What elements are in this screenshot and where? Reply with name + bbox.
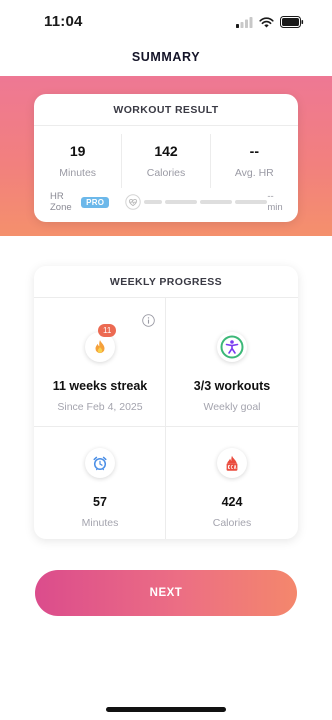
minutes-icon-wrap xyxy=(85,448,115,478)
streak-count-badge: 11 xyxy=(98,324,117,337)
hr-zone-label: HR Zone xyxy=(50,191,72,213)
stat-minutes: 19 Minutes xyxy=(34,134,123,188)
stat-calories-value: 142 xyxy=(154,143,178,159)
info-icon[interactable] xyxy=(142,314,155,327)
minutes-value: 57 xyxy=(93,495,107,509)
hr-zone-segment xyxy=(200,200,233,204)
kcal-flame-icon xyxy=(226,455,238,471)
status-bar: 11:04 xyxy=(0,0,332,44)
battery-icon xyxy=(280,16,304,28)
status-icons xyxy=(236,16,304,28)
calories-label: Calories xyxy=(212,517,252,529)
workout-result-title: WORKOUT RESULT xyxy=(34,94,298,126)
hr-zone-duration: -- min xyxy=(267,191,283,213)
streak-label: Since Feb 4, 2025 xyxy=(57,401,143,413)
workout-stats-row: 19 Minutes 142 Calories -- Avg. HR xyxy=(34,134,298,188)
hr-zone-bar xyxy=(125,194,268,210)
pro-badge: PRO xyxy=(81,196,110,208)
calories-icon-wrap xyxy=(217,448,247,478)
workouts-cell: 3/3 workouts Weekly goal xyxy=(166,332,298,413)
weekly-progress-title: WEEKLY PROGRESS xyxy=(34,266,298,298)
workouts-value: 3/3 workouts xyxy=(193,379,271,393)
next-button[interactable]: NEXT xyxy=(35,570,297,616)
stat-minutes-label: Minutes xyxy=(59,167,97,179)
streak-cell: 11 11 weeks streak Since Feb 4, 2025 xyxy=(34,324,166,413)
stat-calories: 142 Calories xyxy=(122,134,211,188)
workouts-label: Weekly goal xyxy=(203,401,261,413)
calories-value: 424 xyxy=(221,495,243,509)
person-icon xyxy=(220,335,244,359)
streak-value: 11 weeks streak xyxy=(52,379,148,393)
hr-zone-row[interactable]: HR Zone PRO -- min xyxy=(50,191,284,213)
home-indicator[interactable] xyxy=(106,707,226,712)
stat-avg-hr: -- Avg. HR xyxy=(211,134,298,188)
signal-icon xyxy=(236,16,253,28)
workout-result-card: WORKOUT RESULT 19 Minutes 142 Calories -… xyxy=(34,94,298,222)
workouts-icon-wrap xyxy=(217,332,247,362)
status-time: 11:04 xyxy=(44,13,83,30)
stat-minutes-value: 19 xyxy=(69,143,86,159)
calories-cell: 424 Calories xyxy=(166,448,298,529)
alarm-clock-icon xyxy=(93,456,107,471)
streak-icon-wrap: 11 xyxy=(85,324,117,362)
divider xyxy=(34,426,298,427)
page-title: SUMMARY xyxy=(131,50,201,64)
hr-zone-segment xyxy=(144,200,163,204)
minutes-label: Minutes xyxy=(81,517,119,529)
weekly-progress-grid: 11 11 weeks streak Since Feb 4, 2025 3/3… xyxy=(34,298,298,539)
stat-calories-label: Calories xyxy=(146,167,186,179)
minutes-cell: 57 Minutes xyxy=(34,448,166,529)
weekly-progress-card: WEEKLY PROGRESS 11 11 weeks streak Since… xyxy=(34,266,298,539)
stat-avg-hr-value: -- xyxy=(249,143,259,159)
hr-zone-segment xyxy=(165,200,198,204)
hr-zone-segment xyxy=(235,200,268,204)
wifi-icon xyxy=(259,16,274,27)
flame-icon xyxy=(95,340,105,354)
stat-avg-hr-label: Avg. HR xyxy=(234,167,274,179)
heart-rate-icon xyxy=(125,194,142,210)
